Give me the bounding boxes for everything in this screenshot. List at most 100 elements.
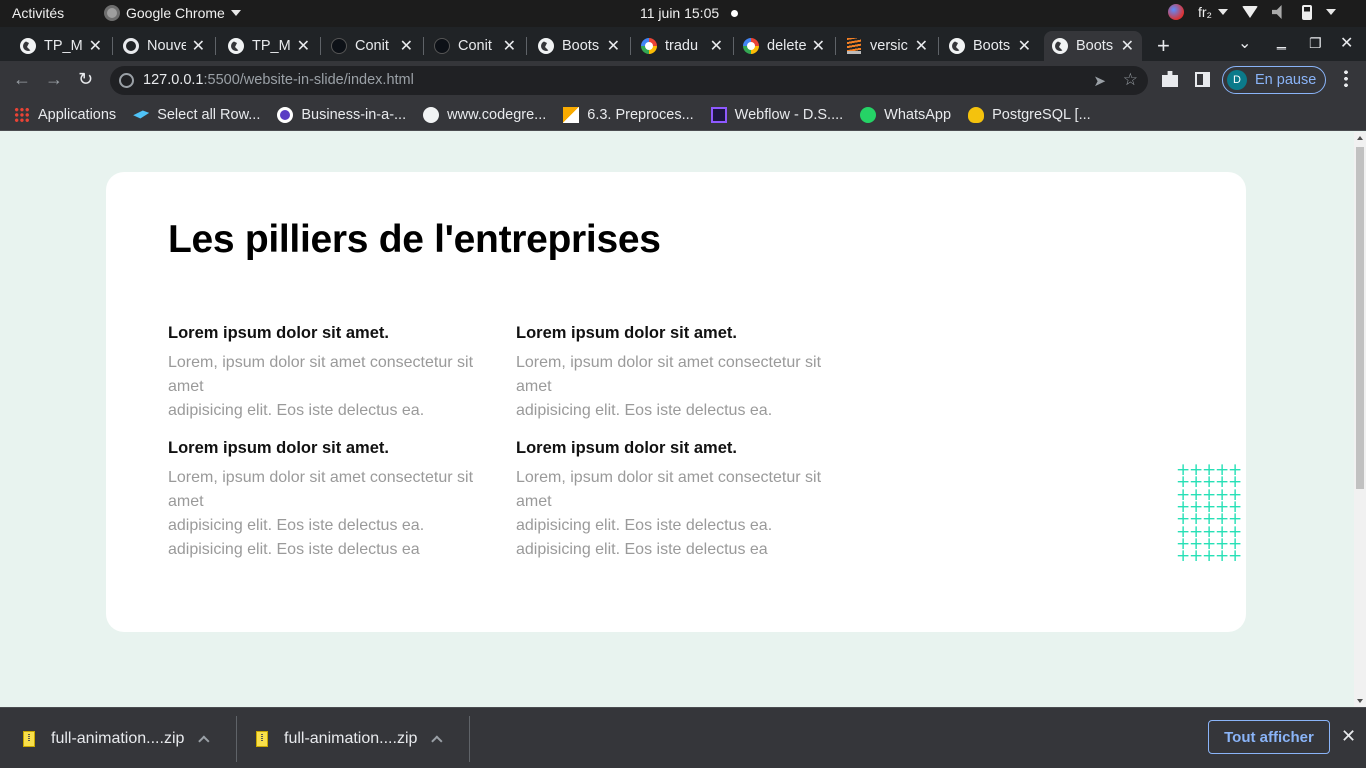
- download-shelf: full-animation....zip full-animation....…: [0, 707, 1366, 768]
- zip-file-icon: [23, 730, 35, 747]
- battery-icon[interactable]: [1302, 4, 1312, 20]
- site-info-icon[interactable]: [119, 73, 134, 88]
- tab-close-icon[interactable]: ✕: [812, 36, 825, 56]
- back-arrow-icon[interactable]: ←: [13, 69, 31, 90]
- browser-tab[interactable]: Nouve ✕: [115, 31, 213, 61]
- browser-tab[interactable]: Conit ✕: [426, 31, 524, 61]
- whatsapp-icon: [860, 106, 877, 123]
- close-window-icon[interactable]: ✕: [1340, 33, 1353, 53]
- browser-tab[interactable]: versic ✕: [838, 31, 936, 61]
- tab-separator: [733, 37, 734, 55]
- download-item[interactable]: full-animation....zip: [23, 708, 210, 768]
- clock[interactable]: 11 juin 15:05: [640, 5, 739, 21]
- tab-separator: [423, 37, 424, 55]
- browser-tab[interactable]: Boots ✕: [1044, 31, 1142, 61]
- globe-icon: [1052, 38, 1068, 54]
- new-tab-plus-icon[interactable]: +: [1157, 33, 1170, 59]
- pillar-item: Lorem ipsum dolor sit amet. Lorem, ipsum…: [516, 324, 836, 423]
- page-viewport: Les pilliers de l'entreprises Lorem ipsu…: [0, 132, 1354, 707]
- browser-tab[interactable]: Conit ✕: [323, 31, 421, 61]
- volume-icon[interactable]: [1272, 5, 1282, 19]
- bookmarks-bar: Applications Select all Row... Business-in…: [0, 99, 1366, 131]
- show-all-downloads-button[interactable]: Tout afficher: [1208, 720, 1330, 754]
- pillar-text-line: adipisicing elit. Eos iste delectus ea.: [516, 517, 773, 534]
- scrollbar-thumb[interactable]: [1356, 147, 1364, 489]
- tab-close-icon[interactable]: ✕: [192, 36, 205, 56]
- google-icon: [743, 38, 759, 54]
- browser-tab[interactable]: TP_M ✕: [220, 31, 318, 61]
- app-menu[interactable]: Google Chrome: [104, 5, 241, 21]
- keyboard-layout[interactable]: fr₂: [1198, 4, 1228, 20]
- avatar: D: [1227, 70, 1247, 90]
- address-bar[interactable]: 127.0.0.1:5500/website-in-slide/index.ht…: [110, 66, 1148, 95]
- pillar-text-line: adipisicing elit. Eos iste delectus ea.: [168, 517, 425, 534]
- caret-down-icon[interactable]: [1326, 9, 1336, 15]
- scroll-up-arrow-icon[interactable]: [1357, 136, 1363, 140]
- tab-close-icon[interactable]: ✕: [503, 36, 516, 56]
- tab-close-icon[interactable]: ✕: [915, 36, 928, 56]
- chrome-menu-kebab-icon[interactable]: [1344, 69, 1348, 89]
- browser-toolbar: ← → ↻ 127.0.0.1:5500/website-in-slide/in…: [0, 61, 1366, 99]
- page-scrollbar[interactable]: [1354, 132, 1366, 707]
- url-host: 127.0.0.1: [143, 72, 204, 88]
- divider: [469, 716, 470, 762]
- url-text[interactable]: 127.0.0.1:5500/website-in-slide/index.ht…: [143, 72, 414, 88]
- send-to-devices-icon[interactable]: ➤: [1093, 72, 1106, 90]
- browser-tab[interactable]: Boots ✕: [530, 31, 628, 61]
- tab-close-icon[interactable]: ✕: [607, 36, 620, 56]
- wifi-icon[interactable]: [1242, 6, 1258, 18]
- download-filename: full-animation....zip: [284, 729, 418, 747]
- apps-grid-icon: [14, 106, 30, 123]
- system-top-bar: Activités Google Chrome 11 juin 15:05 fr…: [0, 0, 1366, 27]
- tab-close-icon[interactable]: ✕: [710, 36, 723, 56]
- bookmark-item[interactable]: Applications: [14, 106, 116, 123]
- url-path: :5500/website-in-slide/index.html: [203, 72, 414, 88]
- profile-button[interactable]: D En pause: [1222, 66, 1326, 94]
- bookmark-item[interactable]: PostgreSQL [...: [968, 106, 1091, 123]
- globe-icon: [423, 106, 440, 123]
- browser-tab[interactable]: tradu ✕: [633, 31, 731, 61]
- reload-icon[interactable]: ↻: [78, 69, 93, 90]
- tab-close-icon[interactable]: ✕: [1121, 36, 1134, 56]
- bookmark-item[interactable]: WhatsApp: [860, 106, 951, 123]
- side-panel-icon[interactable]: [1195, 72, 1210, 87]
- tab-separator: [938, 37, 939, 55]
- record-indicator-icon[interactable]: [1168, 4, 1184, 20]
- activities-button[interactable]: Activités: [12, 5, 64, 21]
- divider: [236, 716, 237, 762]
- browser-tab[interactable]: delete ✕: [735, 31, 833, 61]
- keyboard-layout-label: fr₂: [1198, 4, 1212, 20]
- tab-title: Boots: [973, 38, 1011, 54]
- bookmark-star-icon[interactable]: ☆: [1123, 70, 1138, 90]
- tab-title: TP_M: [44, 38, 83, 54]
- download-item[interactable]: full-animation....zip: [256, 708, 443, 768]
- bookmark-label: Webflow - D.S....: [734, 106, 844, 123]
- bookmark-item[interactable]: www.codegre...: [423, 106, 546, 123]
- close-icon[interactable]: ✕: [1341, 726, 1356, 747]
- pillar-item: Lorem ipsum dolor sit amet. Lorem, ipsum…: [516, 439, 836, 562]
- minimize-window-icon[interactable]: ‗: [1277, 33, 1286, 51]
- tab-search-chevron-icon[interactable]: ⌄: [1238, 33, 1251, 53]
- tab-title: Boots: [1076, 38, 1114, 54]
- tab-close-icon[interactable]: ✕: [1018, 36, 1031, 56]
- browser-tab[interactable]: Boots ✕: [941, 31, 1039, 61]
- bookmark-item[interactable]: Business-in-a-...: [277, 106, 406, 123]
- scroll-down-arrow-icon[interactable]: [1357, 699, 1363, 703]
- tab-close-icon[interactable]: ✕: [89, 36, 102, 56]
- forward-arrow-icon[interactable]: →: [45, 69, 63, 90]
- pillar-text-line: adipisicing elit. Eos iste delectus ea: [516, 541, 768, 558]
- maximize-window-icon[interactable]: ❐: [1309, 35, 1322, 52]
- bookmark-item[interactable]: Webflow - D.S....: [710, 106, 844, 123]
- browser-tab[interactable]: TP_M ✕: [12, 31, 110, 61]
- pillar-item: Lorem ipsum dolor sit amet. Lorem, ipsum…: [168, 439, 488, 562]
- system-tray[interactable]: fr₂: [1168, 4, 1336, 20]
- tab-close-icon[interactable]: ✕: [400, 36, 413, 56]
- pillar-text-line: adipisicing elit. Eos iste delectus ea: [168, 541, 420, 558]
- tab-close-icon[interactable]: ✕: [297, 36, 310, 56]
- chevron-up-icon[interactable]: [431, 734, 443, 747]
- zip-file-icon: [256, 730, 268, 747]
- chevron-up-icon[interactable]: [198, 734, 210, 747]
- bookmark-item[interactable]: 6.3. Preproces...: [563, 106, 694, 123]
- tab-separator: [526, 37, 527, 55]
- bookmark-item[interactable]: Select all Row...: [133, 107, 260, 123]
